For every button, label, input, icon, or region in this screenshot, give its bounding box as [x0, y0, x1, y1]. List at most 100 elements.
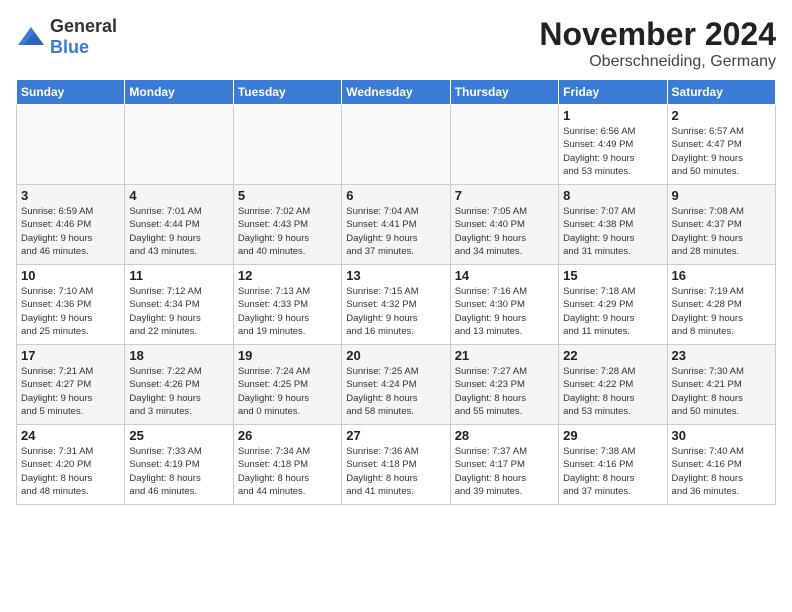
day-number: 5 — [238, 188, 337, 203]
month-title: November 2024 — [539, 16, 776, 53]
calendar-week-0: 1 Sunrise: 6:56 AM Sunset: 4:49 PM Daylig… — [17, 105, 776, 185]
header-area: General Blue November 2024 Oberschneidin… — [16, 16, 776, 71]
day-info: Sunrise: 7:27 AM Sunset: 4:23 PM Dayligh… — [455, 365, 554, 418]
weekday-header-wednesday: Wednesday — [342, 80, 450, 105]
calendar-body: 1 Sunrise: 6:56 AM Sunset: 4:49 PM Daylig… — [17, 105, 776, 505]
calendar-cell: 7 Sunrise: 7:05 AM Sunset: 4:40 PM Daylig… — [450, 185, 558, 265]
day-info: Sunrise: 6:56 AM Sunset: 4:49 PM Dayligh… — [563, 125, 662, 178]
day-number: 3 — [21, 188, 120, 203]
day-info: Sunrise: 7:01 AM Sunset: 4:44 PM Dayligh… — [129, 205, 228, 258]
day-number: 20 — [346, 348, 445, 363]
day-number: 1 — [563, 108, 662, 123]
calendar-cell: 4 Sunrise: 7:01 AM Sunset: 4:44 PM Daylig… — [125, 185, 233, 265]
day-info: Sunrise: 7:07 AM Sunset: 4:38 PM Dayligh… — [563, 205, 662, 258]
day-number: 7 — [455, 188, 554, 203]
calendar-header: SundayMondayTuesdayWednesdayThursdayFrid… — [17, 80, 776, 105]
day-number: 10 — [21, 268, 120, 283]
day-number: 12 — [238, 268, 337, 283]
day-info: Sunrise: 7:10 AM Sunset: 4:36 PM Dayligh… — [21, 285, 120, 338]
day-info: Sunrise: 7:18 AM Sunset: 4:29 PM Dayligh… — [563, 285, 662, 338]
day-info: Sunrise: 7:21 AM Sunset: 4:27 PM Dayligh… — [21, 365, 120, 418]
day-info: Sunrise: 7:24 AM Sunset: 4:25 PM Dayligh… — [238, 365, 337, 418]
day-info: Sunrise: 7:02 AM Sunset: 4:43 PM Dayligh… — [238, 205, 337, 258]
day-info: Sunrise: 7:22 AM Sunset: 4:26 PM Dayligh… — [129, 365, 228, 418]
day-number: 22 — [563, 348, 662, 363]
day-info: Sunrise: 7:05 AM Sunset: 4:40 PM Dayligh… — [455, 205, 554, 258]
day-number: 4 — [129, 188, 228, 203]
weekday-header-tuesday: Tuesday — [233, 80, 341, 105]
day-number: 23 — [672, 348, 771, 363]
calendar-cell: 12Sunrise: 7:13 AM Sunset: 4:33 PM Dayli… — [233, 265, 341, 345]
calendar-cell: 1 Sunrise: 6:56 AM Sunset: 4:49 PM Daylig… — [559, 105, 667, 185]
calendar-cell: 2Sunrise: 6:57 AM Sunset: 4:47 PM Daylig… — [667, 105, 775, 185]
day-number: 27 — [346, 428, 445, 443]
day-number: 19 — [238, 348, 337, 363]
calendar-cell: 19 Sunrise: 7:24 AM Sunset: 4:25 PM Dayli… — [233, 345, 341, 425]
day-info: Sunrise: 7:30 AM Sunset: 4:21 PM Dayligh… — [672, 365, 771, 418]
day-info: Sunrise: 7:36 AM Sunset: 4:18 PM Dayligh… — [346, 445, 445, 498]
day-info: Sunrise: 7:08 AM Sunset: 4:37 PM Dayligh… — [672, 205, 771, 258]
day-number: 25 — [129, 428, 228, 443]
weekday-header-sunday: Sunday — [17, 80, 125, 105]
day-number: 16 — [672, 268, 771, 283]
day-info: Sunrise: 7:12 AM Sunset: 4:34 PM Dayligh… — [129, 285, 228, 338]
calendar-week-1: 3 Sunrise: 6:59 AM Sunset: 4:46 PM Daylig… — [17, 185, 776, 265]
day-number: 14 — [455, 268, 554, 283]
day-number: 17 — [21, 348, 120, 363]
day-number: 28 — [455, 428, 554, 443]
calendar-cell: 6 Sunrise: 7:04 AM Sunset: 4:41 PM Daylig… — [342, 185, 450, 265]
day-info: Sunrise: 7:31 AM Sunset: 4:20 PM Dayligh… — [21, 445, 120, 498]
day-number: 6 — [346, 188, 445, 203]
calendar-cell: 9Sunrise: 7:08 AM Sunset: 4:37 PM Daylig… — [667, 185, 775, 265]
calendar-cell: 10 Sunrise: 7:10 AM Sunset: 4:36 PM Dayli… — [17, 265, 125, 345]
calendar-cell: 28 Sunrise: 7:37 AM Sunset: 4:17 PM Dayli… — [450, 425, 558, 505]
day-number: 21 — [455, 348, 554, 363]
calendar-cell: 3 Sunrise: 6:59 AM Sunset: 4:46 PM Daylig… — [17, 185, 125, 265]
logo-general: General — [50, 16, 117, 36]
calendar-cell: 14 Sunrise: 7:16 AM Sunset: 4:30 PM Dayli… — [450, 265, 558, 345]
calendar-cell: 11 Sunrise: 7:12 AM Sunset: 4:34 PM Dayli… — [125, 265, 233, 345]
calendar-week-2: 10 Sunrise: 7:10 AM Sunset: 4:36 PM Dayli… — [17, 265, 776, 345]
calendar-cell: 16 Sunrise: 7:19 AM Sunset: 4:28 PM Dayli… — [667, 265, 775, 345]
calendar-cell: 27 Sunrise: 7:36 AM Sunset: 4:18 PM Dayli… — [342, 425, 450, 505]
day-info: Sunrise: 7:28 AM Sunset: 4:22 PM Dayligh… — [563, 365, 662, 418]
day-number: 29 — [563, 428, 662, 443]
calendar-cell: 13 Sunrise: 7:15 AM Sunset: 4:32 PM Dayli… — [342, 265, 450, 345]
calendar-week-4: 24 Sunrise: 7:31 AM Sunset: 4:20 PM Dayli… — [17, 425, 776, 505]
calendar-cell: 5 Sunrise: 7:02 AM Sunset: 4:43 PM Daylig… — [233, 185, 341, 265]
day-number: 26 — [238, 428, 337, 443]
weekday-header-monday: Monday — [125, 80, 233, 105]
logo: General Blue — [16, 16, 117, 58]
day-number: 15 — [563, 268, 662, 283]
day-info: Sunrise: 7:37 AM Sunset: 4:17 PM Dayligh… — [455, 445, 554, 498]
calendar-cell: 30Sunrise: 7:40 AM Sunset: 4:16 PM Dayli… — [667, 425, 775, 505]
day-info: Sunrise: 7:33 AM Sunset: 4:19 PM Dayligh… — [129, 445, 228, 498]
generalblue-icon — [16, 25, 46, 49]
day-number: 11 — [129, 268, 228, 283]
day-info: Sunrise: 7:38 AM Sunset: 4:16 PM Dayligh… — [563, 445, 662, 498]
calendar-cell: 17 Sunrise: 7:21 AM Sunset: 4:27 PM Dayli… — [17, 345, 125, 425]
location-title: Oberschneiding, Germany — [539, 53, 776, 71]
logo-text: General Blue — [50, 16, 117, 58]
weekday-header-thursday: Thursday — [450, 80, 558, 105]
calendar-cell: 8 Sunrise: 7:07 AM Sunset: 4:38 PM Daylig… — [559, 185, 667, 265]
day-number: 24 — [21, 428, 120, 443]
calendar-week-3: 17 Sunrise: 7:21 AM Sunset: 4:27 PM Dayli… — [17, 345, 776, 425]
day-info: Sunrise: 6:59 AM Sunset: 4:46 PM Dayligh… — [21, 205, 120, 258]
calendar-cell: 23 Sunrise: 7:30 AM Sunset: 4:21 PM Dayli… — [667, 345, 775, 425]
calendar-cell: 26Sunrise: 7:34 AM Sunset: 4:18 PM Dayli… — [233, 425, 341, 505]
weekday-header-friday: Friday — [559, 80, 667, 105]
day-number: 18 — [129, 348, 228, 363]
day-info: Sunrise: 7:15 AM Sunset: 4:32 PM Dayligh… — [346, 285, 445, 338]
day-info: Sunrise: 7:19 AM Sunset: 4:28 PM Dayligh… — [672, 285, 771, 338]
day-number: 8 — [563, 188, 662, 203]
day-info: Sunrise: 7:04 AM Sunset: 4:41 PM Dayligh… — [346, 205, 445, 258]
title-area: November 2024 Oberschneiding, Germany — [539, 16, 776, 71]
day-number: 13 — [346, 268, 445, 283]
day-info: Sunrise: 7:40 AM Sunset: 4:16 PM Dayligh… — [672, 445, 771, 498]
logo-blue: Blue — [50, 37, 89, 57]
calendar-cell: 15 Sunrise: 7:18 AM Sunset: 4:29 PM Dayli… — [559, 265, 667, 345]
day-info: Sunrise: 7:25 AM Sunset: 4:24 PM Dayligh… — [346, 365, 445, 418]
calendar-cell: 20 Sunrise: 7:25 AM Sunset: 4:24 PM Dayli… — [342, 345, 450, 425]
day-info: Sunrise: 7:16 AM Sunset: 4:30 PM Dayligh… — [455, 285, 554, 338]
